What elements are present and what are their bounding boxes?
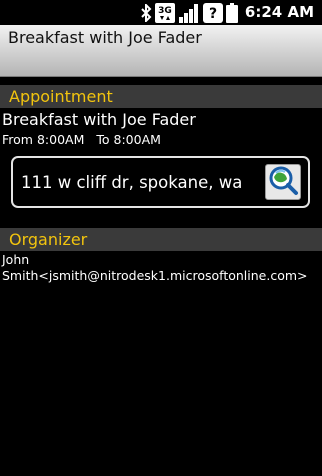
3g-network-icon: 3G [154,0,175,25]
appointment-subject: Breakfast with Joe Fader [2,110,196,129]
organizer-section-header: Organizer [0,228,322,251]
map-search-icon [267,164,299,200]
status-time: 6:24 AM [244,3,314,21]
network-type-label: 3G [158,6,172,16]
map-search-button[interactable] [265,164,301,200]
bluetooth-icon [140,0,152,25]
title-bar: Breakfast with Joe Fader [0,25,322,77]
appointment-section-header: Appointment [0,85,322,108]
question-icon: ? [202,0,223,25]
battery-icon [225,0,238,25]
organizer-name: John [2,252,30,267]
appointment-time-range: From 8:00AM To 8:00AM [2,131,161,149]
to-time: 8:00AM [113,132,161,147]
from-label: From [2,132,33,147]
window-title: Breakfast with Joe Fader [8,28,202,47]
location-field[interactable]: 111 w cliff dr, spokane, wa [11,156,310,208]
from-time: 8:00AM [36,132,85,147]
signal-bars-icon [178,0,200,25]
to-label: To [96,132,110,147]
status-bar: 3G ? 6:24 AM [0,0,322,25]
organizer-email: Smith<jsmith@nitrodesk1.microsoftonline.… [2,268,308,283]
location-text: 111 w cliff dr, spokane, wa [21,172,243,192]
organizer-value: John Smith<jsmith@nitrodesk1.microsofton… [2,252,320,284]
question-label: ? [209,6,217,22]
